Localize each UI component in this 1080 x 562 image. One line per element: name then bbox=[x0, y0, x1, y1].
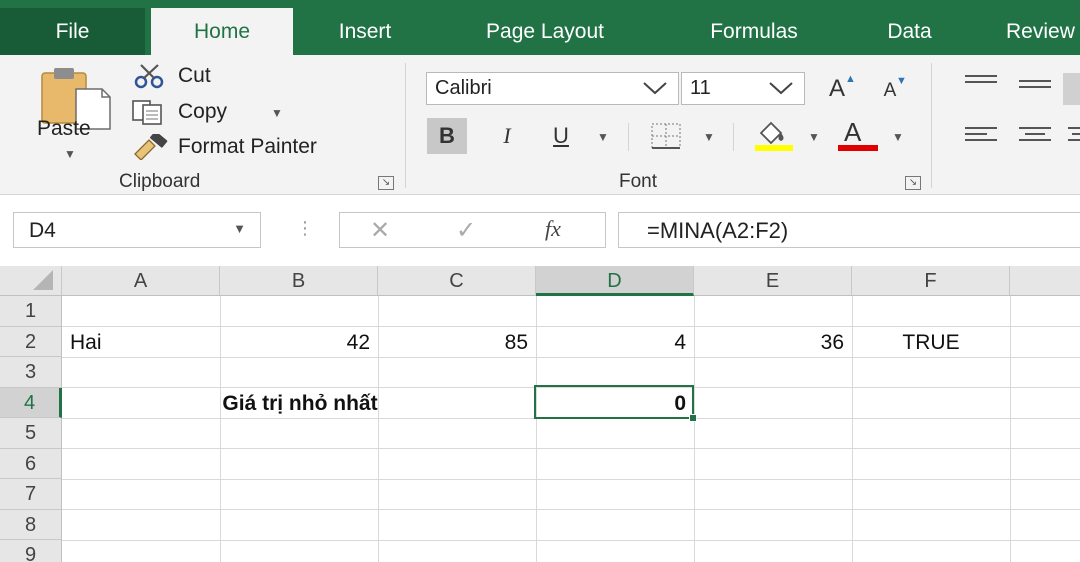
cell-d2[interactable]: 4 bbox=[536, 327, 694, 357]
formula-buttons: ✕ ✓ fx bbox=[339, 212, 606, 248]
formula-input[interactable]: =MINA(A2:F2) bbox=[618, 212, 1080, 248]
shrink-font-button[interactable]: A ▼ bbox=[870, 73, 910, 109]
cell-c2[interactable]: 85 bbox=[378, 327, 536, 357]
column-header-g[interactable] bbox=[1010, 266, 1080, 296]
select-all-corner[interactable] bbox=[0, 266, 62, 296]
tab-data[interactable]: Data bbox=[862, 8, 957, 55]
shrink-font-glyph: A bbox=[883, 80, 897, 101]
italic-button[interactable]: I bbox=[487, 118, 527, 154]
row-header-7[interactable]: 7 bbox=[0, 479, 62, 510]
cell-a2[interactable]: Hai bbox=[62, 327, 220, 357]
align-center-icon[interactable] bbox=[1017, 125, 1053, 150]
cut-button[interactable]: Cut bbox=[178, 64, 211, 88]
caret-up-icon: ▲ bbox=[845, 73, 856, 85]
insert-function-icon[interactable]: fx bbox=[545, 216, 561, 242]
fill-color-dropdown-icon[interactable]: ▼ bbox=[808, 130, 820, 144]
formula-bar-grip-icon[interactable]: ⋮ bbox=[296, 218, 314, 239]
column-header-b[interactable]: B bbox=[220, 266, 378, 296]
font-group-label: Font bbox=[619, 171, 658, 192]
ribbon: Paste ▼ Cut Copy ▼ Format Painter Clipbo… bbox=[0, 55, 1080, 195]
active-cell-border bbox=[534, 385, 694, 419]
copy-button[interactable]: Copy bbox=[178, 100, 227, 124]
align-middle-icon[interactable] bbox=[1017, 77, 1053, 98]
paste-button[interactable]: Paste bbox=[37, 117, 91, 141]
column-header-a[interactable]: A bbox=[62, 266, 220, 296]
tab-file[interactable]: File bbox=[0, 8, 145, 55]
font-launcher-icon[interactable]: ↘ bbox=[905, 176, 921, 190]
align-bottom-icon[interactable] bbox=[1063, 73, 1080, 105]
format-painter-button[interactable]: Format Painter bbox=[178, 135, 317, 159]
caret-down-icon: ▼ bbox=[896, 75, 907, 87]
cancel-icon[interactable]: ✕ bbox=[370, 216, 390, 245]
tab-home[interactable]: Home bbox=[151, 8, 293, 55]
align-right-icon[interactable] bbox=[1066, 125, 1080, 150]
name-box-dropdown-icon[interactable]: ▼ bbox=[233, 221, 246, 236]
clipboard-launcher-icon[interactable]: ↘ bbox=[378, 176, 394, 190]
font-name-combo[interactable]: Calibri bbox=[426, 72, 679, 105]
gridline bbox=[62, 448, 1080, 449]
name-box[interactable]: D4 ▼ bbox=[13, 212, 261, 248]
cell-b4[interactable]: Giá trị nhỏ nhất bbox=[140, 388, 460, 418]
row-header-1[interactable]: 1 bbox=[0, 296, 62, 327]
separator bbox=[628, 123, 629, 151]
enter-icon[interactable]: ✓ bbox=[456, 216, 476, 245]
paste-dropdown-icon[interactable]: ▼ bbox=[64, 147, 76, 161]
column-header-c[interactable]: C bbox=[378, 266, 536, 296]
formula-bar: D4 ▼ ⋮ ✕ ✓ fx =MINA(A2:F2) bbox=[0, 196, 1080, 266]
grow-font-glyph: A bbox=[828, 75, 845, 102]
row-header-8[interactable]: 8 bbox=[0, 509, 62, 540]
copy-icon[interactable] bbox=[131, 99, 167, 130]
group-separator bbox=[405, 63, 406, 188]
row-header-6[interactable]: 6 bbox=[0, 448, 62, 479]
row-header-5[interactable]: 5 bbox=[0, 418, 62, 449]
font-color-glyph: A bbox=[844, 117, 862, 147]
format-painter-icon[interactable] bbox=[131, 131, 171, 165]
separator bbox=[733, 123, 734, 151]
worksheet-grid[interactable]: A B C D E F 1 2 3 4 5 6 7 8 9 Hai 42 85 … bbox=[0, 266, 1080, 562]
tab-formulas[interactable]: Formulas bbox=[680, 8, 828, 55]
tab-review[interactable]: Review bbox=[990, 8, 1080, 55]
clipboard-group-label: Clipboard bbox=[119, 171, 201, 192]
align-left-icon[interactable] bbox=[963, 125, 999, 150]
column-header-d[interactable]: D bbox=[536, 266, 694, 296]
copy-dropdown-icon[interactable]: ▼ bbox=[271, 106, 283, 120]
cell-b2[interactable]: 42 bbox=[220, 327, 378, 357]
grow-font-button[interactable]: A ▲ bbox=[817, 71, 857, 107]
column-header-f[interactable]: F bbox=[852, 266, 1010, 296]
group-separator bbox=[931, 63, 932, 188]
bold-button[interactable]: B bbox=[427, 118, 467, 154]
ribbon-tab-bar: File Home Insert Page Layout Formulas Da… bbox=[0, 0, 1080, 55]
cell-e2[interactable]: 36 bbox=[694, 327, 852, 357]
tab-insert[interactable]: Insert bbox=[310, 8, 420, 55]
cut-icon[interactable] bbox=[133, 63, 167, 94]
font-color-swatch bbox=[838, 145, 878, 151]
align-top-icon[interactable] bbox=[963, 73, 999, 94]
row-header-9[interactable]: 9 bbox=[0, 540, 62, 562]
borders-dropdown-icon[interactable]: ▼ bbox=[703, 130, 715, 144]
fill-handle[interactable] bbox=[689, 414, 697, 422]
formula-value: =MINA(A2:F2) bbox=[647, 218, 789, 243]
gridline bbox=[62, 509, 1080, 510]
gridline bbox=[62, 539, 1080, 541]
tab-page-layout[interactable]: Page Layout bbox=[450, 8, 640, 55]
chevron-down-icon[interactable] bbox=[768, 80, 794, 101]
gridline bbox=[1010, 296, 1011, 562]
font-color-dropdown-icon[interactable]: ▼ bbox=[892, 130, 904, 144]
font-size-value: 11 bbox=[690, 77, 711, 99]
fill-color-icon[interactable] bbox=[753, 119, 795, 156]
column-header-e[interactable]: E bbox=[694, 266, 852, 296]
underline-dropdown-icon[interactable]: ▼ bbox=[597, 130, 609, 144]
underline-button[interactable]: U bbox=[541, 118, 581, 154]
borders-icon[interactable] bbox=[650, 122, 682, 155]
gridline bbox=[62, 478, 1080, 480]
font-name-value: Calibri bbox=[435, 77, 492, 99]
cell-f2[interactable]: TRUE bbox=[852, 327, 1010, 357]
row-header-2[interactable]: 2 bbox=[0, 326, 62, 357]
name-box-value: D4 bbox=[29, 219, 56, 242]
row-header-4[interactable]: 4 bbox=[0, 387, 62, 418]
row-header-3[interactable]: 3 bbox=[0, 357, 62, 388]
chevron-down-icon[interactable] bbox=[642, 80, 668, 101]
font-size-combo[interactable]: 11 bbox=[681, 72, 805, 105]
